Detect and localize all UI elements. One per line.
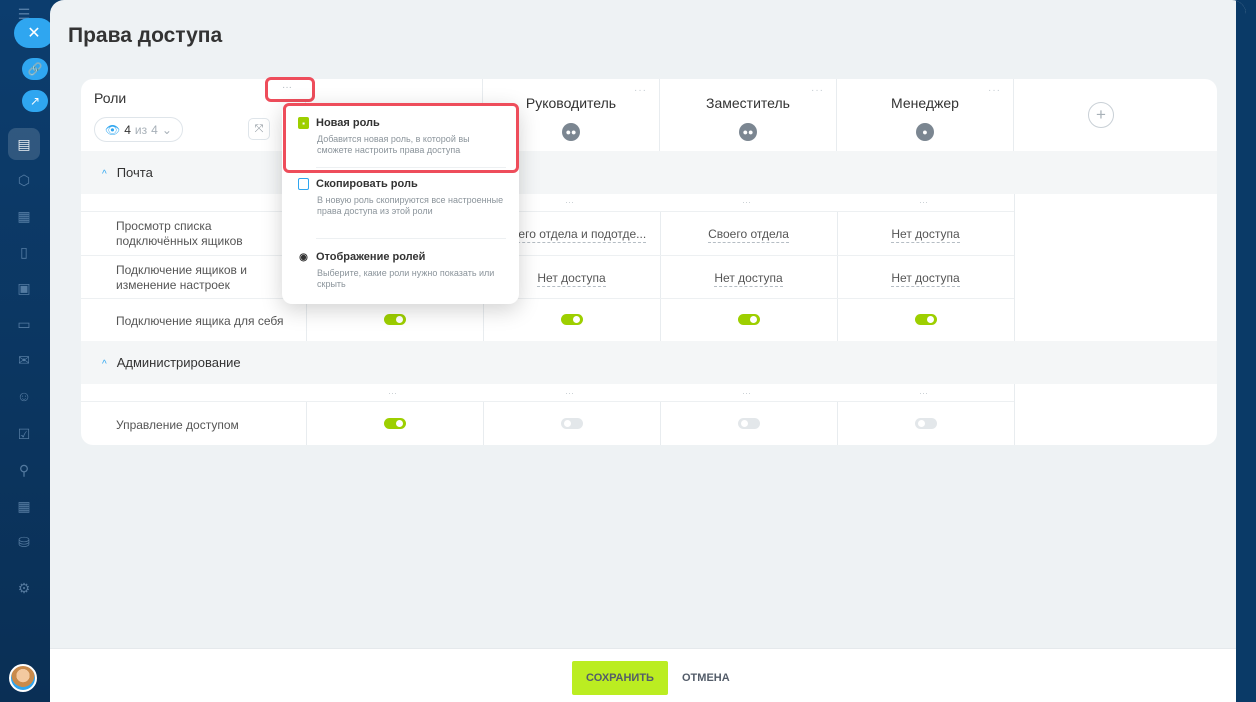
- collapse-all-button[interactable]: ⤧: [248, 118, 270, 140]
- open-new-window-icon[interactable]: ↗: [22, 90, 48, 112]
- roles-counter-total: 4: [151, 122, 158, 137]
- hexagon-icon[interactable]: ⬡: [14, 170, 34, 190]
- permissions-table: Роли 👁 4 из 4 ⌄ ⤧ ··· Руководитель ●● ··…: [81, 79, 1217, 445]
- permission-select[interactable]: Нет доступа: [837, 271, 1014, 287]
- role-name: Заместитель: [706, 95, 790, 111]
- user-icon: ●: [916, 123, 934, 141]
- tasks-icon[interactable]: ☑: [14, 424, 34, 444]
- permission-toggle[interactable]: [737, 418, 760, 429]
- chevron-up-icon: ^: [102, 359, 107, 370]
- roles-counter-of: из: [134, 122, 148, 137]
- permission-toggle[interactable]: [383, 418, 406, 429]
- close-slider-button[interactable]: ✕: [14, 18, 54, 48]
- section-mail[interactable]: ^ Почта: [81, 151, 1217, 194]
- eye-icon: 👁: [105, 122, 121, 137]
- access-rights-panel: Права доступа Роли 👁 4 из 4 ⌄ ⤧ ··· Руко…: [50, 0, 1246, 702]
- row-label: Управление доступом: [116, 418, 239, 432]
- section-administration[interactable]: ^ Администрирование: [81, 341, 1217, 384]
- new-role-highlight: [283, 103, 519, 173]
- roles-counter-current: 4: [124, 122, 131, 137]
- eye-icon: ◉: [299, 251, 308, 263]
- permission-toggle[interactable]: [560, 314, 583, 325]
- chevron-up-icon: ^: [102, 169, 107, 180]
- row-label: Подключение ящика для себя: [116, 314, 284, 328]
- group-icon: ●●: [562, 123, 580, 141]
- document-icon[interactable]: ▤: [14, 134, 34, 154]
- contacts-icon[interactable]: ☺: [14, 386, 34, 406]
- permission-toggle[interactable]: [914, 418, 937, 429]
- chat-icon[interactable]: ▣: [14, 278, 34, 298]
- section-title[interactable]: ^ Администрирование: [102, 355, 241, 370]
- user-avatar[interactable]: [9, 664, 37, 692]
- section-title[interactable]: ^ Почта: [102, 165, 153, 180]
- role-column-1: ··· Заместитель ●●: [660, 79, 837, 151]
- table-row: Подключение ящика для себя: [81, 298, 1014, 341]
- page-title: Права доступа: [68, 24, 223, 47]
- row-label: Просмотр списка подключённых ящиков: [116, 219, 243, 248]
- scrollbar[interactable]: [1236, 0, 1246, 702]
- copy-icon: [298, 178, 309, 190]
- calendar-grid-icon[interactable]: ▦: [14, 496, 34, 516]
- row-label: Подключение ящиков и изменение настроек: [116, 263, 247, 292]
- add-role-button[interactable]: +: [1088, 102, 1114, 128]
- menu-item-copy-role[interactable]: Скопировать роль В новую роль скопируютс…: [296, 178, 506, 217]
- card-icon[interactable]: ▭: [14, 314, 34, 334]
- permission-toggle[interactable]: [383, 314, 406, 325]
- footer-bar: СОХРАНИТЬ ОТМЕНА: [50, 648, 1246, 702]
- calendar-icon[interactable]: ▦: [14, 206, 34, 226]
- menu-item-roles-display[interactable]: ◉ Отображение ролей Выберите, какие роли…: [296, 251, 506, 290]
- permission-toggle[interactable]: [914, 314, 937, 325]
- save-button[interactable]: СОХРАНИТЬ: [572, 661, 668, 695]
- copy-link-icon[interactable]: 🔗: [22, 58, 48, 80]
- database-icon[interactable]: ⛁: [14, 532, 34, 552]
- table-header: Роли 👁 4 из 4 ⌄ ⤧ ··· Руководитель ●● ··…: [81, 79, 1217, 151]
- mail-icon[interactable]: ✉: [14, 350, 34, 370]
- roles-visibility-counter[interactable]: 👁 4 из 4 ⌄: [94, 117, 183, 142]
- table-row: Управление доступом: [81, 401, 1014, 445]
- chevron-down-icon: ⌄: [161, 122, 172, 137]
- permission-select[interactable]: Нет доступа: [837, 227, 1014, 243]
- permission-select[interactable]: Нет доступа: [660, 271, 837, 287]
- role-name: Менеджер: [891, 95, 959, 111]
- role-menu-button-highlighted[interactable]: ···: [265, 77, 315, 102]
- table-row: Просмотр списка подключённых ящиков Свое…: [81, 211, 1014, 255]
- cancel-button[interactable]: ОТМЕНА: [682, 661, 730, 695]
- permission-select[interactable]: Своего отдела: [660, 227, 837, 243]
- filter-icon[interactable]: ⚲: [14, 460, 34, 480]
- table-row: Подключение ящиков и изменение настроек …: [81, 255, 1014, 298]
- group-icon: ●●: [739, 123, 757, 141]
- file-icon[interactable]: ▯: [14, 242, 34, 262]
- role-column-2: ··· Менеджер ●: [837, 79, 1014, 151]
- permission-toggle[interactable]: [737, 314, 760, 325]
- roles-title: Роли: [94, 90, 127, 106]
- left-sidebar: ☰ ✕ 🔗 ↗ ▤ ⬡ ▦ ▯ ▣ ▭ ✉ ☺ ☑ ⚲ ▦ ⛁ ⚙: [0, 0, 54, 702]
- permission-toggle[interactable]: [560, 418, 583, 429]
- settings-icon[interactable]: ⚙: [14, 578, 34, 598]
